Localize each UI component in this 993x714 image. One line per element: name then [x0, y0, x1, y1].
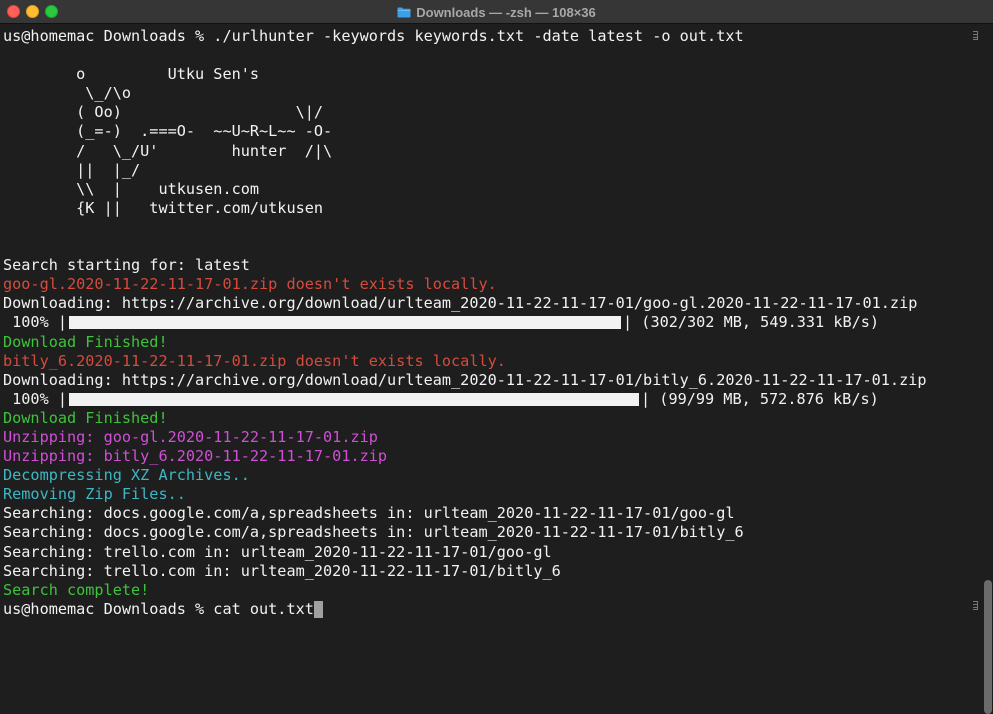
scrollbar[interactable] [982, 24, 993, 714]
prompt-line[interactable]: us@homemac Downloads % cat out.txt [0, 600, 975, 619]
search-start-line: Search starting for: latest [3, 256, 250, 275]
progress-line: 100% | | (99/99 MB, 572.876 kB/s) [0, 390, 975, 409]
unzip-line: Unzipping: goo-gl.2020-11-22-11-17-01.zi… [3, 427, 378, 446]
terminal-window: Downloads — -zsh — 108×36 us@homemac Dow… [0, 0, 993, 714]
progress-fill [69, 316, 622, 330]
ascii-art-line: \_/\o [3, 84, 132, 103]
download-finished-line: Download Finished! [3, 408, 168, 427]
unzip-line: Unzipping: bitly_6.2020-11-22-11-17-01.z… [3, 447, 388, 466]
command-text: us@homemac Downloads % cat out.txt [3, 599, 314, 618]
mark-icon [973, 601, 978, 610]
window-title-group: Downloads — -zsh — 108×36 [0, 0, 993, 24]
progress-percent: 100% | [3, 313, 68, 332]
ascii-art-line: ( Oo) \|/ [3, 103, 324, 122]
ascii-art-line: / \_/U' hunter /|\ [3, 141, 333, 160]
title-bar[interactable]: Downloads — -zsh — 108×36 [0, 0, 993, 24]
text-cursor [313, 600, 323, 618]
mark-icon [973, 31, 978, 40]
missing-file-line: goo-gl.2020-11-22-11-17-01.zip doesn't e… [3, 275, 497, 294]
progress-line: 100% | | (302/302 MB, 549.331 kB/s) [0, 313, 975, 332]
searching-line: Searching: docs.google.com/a,spreadsheet… [3, 523, 744, 542]
prompt-line: us@homemac Downloads % ./urlhunter -keyw… [3, 27, 744, 45]
progress-percent: 100% | [3, 389, 68, 408]
window-title: Downloads — -zsh — 108×36 [416, 4, 596, 20]
downloading-line: Downloading: https://archive.org/downloa… [3, 370, 927, 389]
searching-line: Searching: docs.google.com/a,spreadsheet… [3, 504, 735, 523]
scroll-thumb[interactable] [984, 580, 992, 714]
progress-stats: | (99/99 MB, 572.876 kB/s) [641, 389, 879, 408]
terminal-output[interactable]: us@homemac Downloads % ./urlhunter -keyw… [0, 27, 975, 619]
ascii-art-line: {K || twitter.com/utkusen [3, 198, 324, 217]
progress-fill [69, 392, 640, 406]
progress-bar [67, 313, 623, 332]
downloading-line: Downloading: https://archive.org/downloa… [3, 294, 918, 313]
ascii-art-line: \\ | utkusen.com [3, 179, 260, 198]
folder-icon [397, 7, 411, 17]
search-complete-line: Search complete! [3, 580, 150, 599]
searching-line: Searching: trello.com in: urlteam_2020-1… [3, 542, 552, 561]
decompress-line: Decompressing XZ Archives.. [3, 466, 250, 485]
progress-bar [67, 390, 641, 409]
ascii-art-line: (_=-) .===O- ~~U~R~L~~ -O- [3, 122, 333, 141]
missing-file-line: bitly_6.2020-11-22-11-17-01.zip doesn't … [3, 351, 506, 370]
ascii-art-line: || |_/ [3, 160, 141, 179]
download-finished-line: Download Finished! [3, 332, 168, 351]
progress-stats: | (302/302 MB, 549.331 kB/s) [623, 313, 880, 332]
ascii-art-line: o Utku Sen's [3, 65, 260, 84]
searching-line: Searching: trello.com in: urlteam_2020-1… [3, 561, 561, 580]
removing-line: Removing Zip Files.. [3, 485, 186, 504]
